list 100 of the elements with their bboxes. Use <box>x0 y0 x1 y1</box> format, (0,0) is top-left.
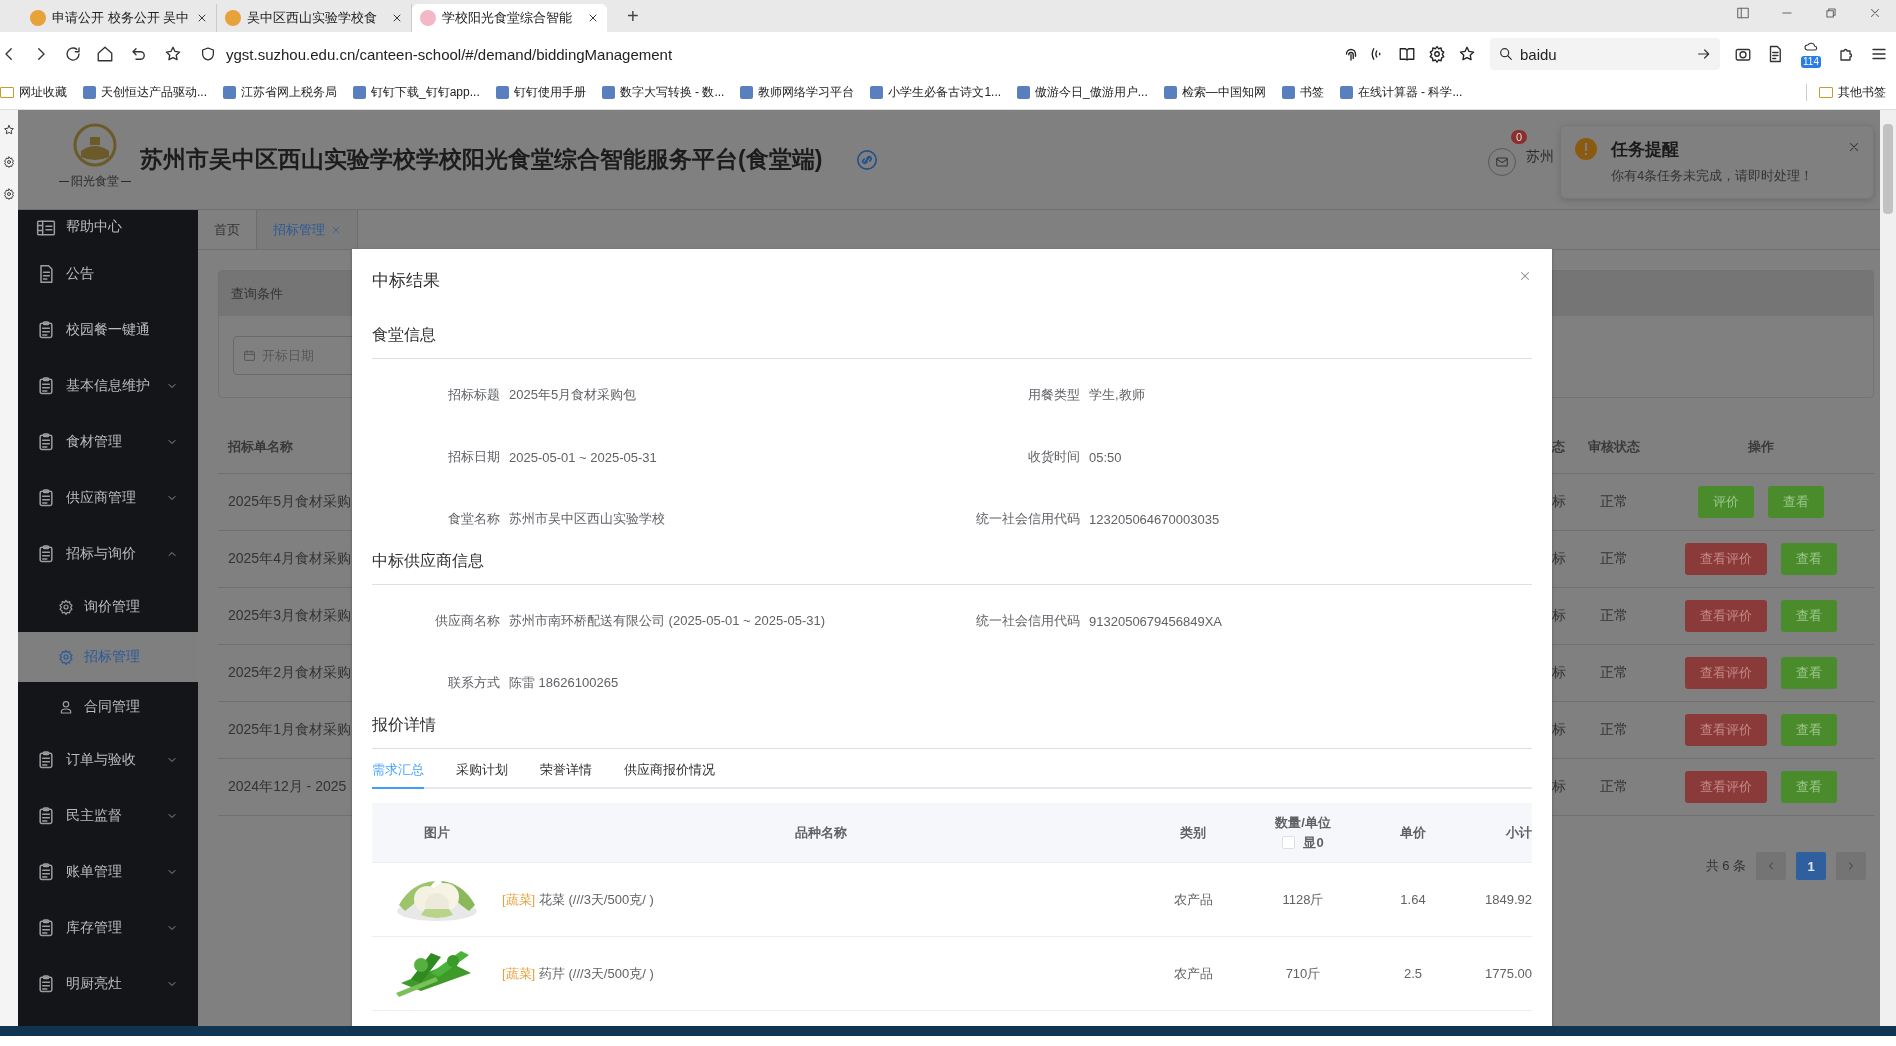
bookmark[interactable]: 傲游今日_傲游用户... <box>1017 84 1148 101</box>
field-label: 统一社会信用代码 <box>975 612 1080 630</box>
field-value: 苏州市吴中区西山实验学校 <box>509 510 665 528</box>
field-label: 收货时间 <box>1027 448 1080 466</box>
bookmark[interactable]: 数字大写转换 - 数... <box>601 84 725 101</box>
sidebar-item[interactable]: 校园餐一键通 <box>18 302 198 358</box>
checkbox-label: 显0 <box>1303 833 1324 852</box>
bookmark[interactable]: 在线计算器 - 科学... <box>1339 84 1463 101</box>
badge: 114 <box>1801 56 1821 68</box>
table-cell-text: 正常 <box>1599 721 1629 739</box>
page-button[interactable]: 1 <box>1796 852 1826 880</box>
table-cell-text: 农产品 <box>1172 964 1214 983</box>
tab[interactable]: 荣誉详情 <box>540 761 592 789</box>
table-cell-text: 1849.92 <box>1484 892 1532 907</box>
field-label: 招标标题 <box>447 386 500 404</box>
table-cell-text: 2025年3月食材采购 <box>227 607 352 625</box>
sidebar-item[interactable]: 招标与询价 <box>18 526 198 582</box>
sidebar-item[interactable]: 公告 <box>18 246 198 302</box>
column-header: 态 <box>1552 437 1566 456</box>
bookmark[interactable]: 天创恒达产品驱动... <box>83 84 207 101</box>
sidebar-item[interactable]: 民主监督 <box>18 788 198 844</box>
table-cell-text: 2025年4月食材采购 <box>227 550 352 568</box>
table-cell-text: 标 <box>1552 493 1567 511</box>
bookmark[interactable]: 钉钉下载_钉钉app... <box>353 84 480 101</box>
table-cell-text: 标 <box>1552 550 1567 568</box>
field-value: 陈雷 18626100265 <box>509 674 619 692</box>
field-label: 联系方式 <box>447 674 500 692</box>
field-label: 供应商名称 <box>434 612 500 630</box>
sidebar-item[interactable]: 合同管理 <box>18 682 198 732</box>
table-cell-text: 标 <box>1552 607 1567 625</box>
badge: 0 <box>1511 130 1528 144</box>
total-count: 共 6 条 <box>1705 857 1746 875</box>
sidebar-item[interactable]: 食材管理 <box>18 414 198 470</box>
field-value: 2025年5月食材采购包 <box>509 386 637 404</box>
bookmark-folder[interactable]: 其他书签 <box>1806 84 1886 101</box>
field-value: 05:50 <box>1089 449 1122 465</box>
search-field[interactable]: baidu <box>1490 38 1720 70</box>
tab[interactable]: 采购计划 <box>456 761 508 789</box>
column-header: 图片 <box>423 823 451 842</box>
table-cell-text: 2025年1月食材采购 <box>227 721 352 739</box>
user-name[interactable]: 苏州 <box>1526 148 1554 166</box>
app-title: 苏州市吴中区西山实验学校学校阳光食堂综合智能服务平台(食堂端) <box>140 145 823 174</box>
browser-tab[interactable]: 学校阳光食堂综合智能 <box>412 4 607 32</box>
table-cell-text: 2.5 <box>1402 966 1424 981</box>
column-header: 招标单名称 <box>226 437 294 456</box>
table-cell-text: 正常 <box>1599 778 1629 796</box>
card-title: 查询条件 <box>231 284 283 303</box>
sidebar-item[interactable]: 明厨亮灶 <box>18 956 198 1012</box>
table-cell-text: 标 <box>1552 721 1567 739</box>
logo-caption: 阳光食堂 <box>71 172 119 190</box>
sidebar-item[interactable]: 询价管理 <box>18 582 198 632</box>
bookmark[interactable]: 钉钉使用手册 <box>495 84 586 101</box>
table-cell-text: 2025年2月食材采购 <box>227 664 352 682</box>
bookmark[interactable]: 书签 <box>1281 84 1324 101</box>
sidebar-item[interactable]: 订单与验收 <box>18 732 198 788</box>
bookmark[interactable]: 江苏省网上税务局 <box>223 84 337 101</box>
bookmark[interactable]: 教师网络学习平台 <box>740 84 855 101</box>
table-cell-text: 标 <box>1552 778 1567 796</box>
section-title: 中标供应商信息 <box>372 551 484 571</box>
bookmark[interactable]: 检索—中国知网 <box>1163 84 1266 101</box>
field-value: 苏州市南环桥配送有限公司 (2025-05-01 ~ 2025-05-31) <box>509 612 826 630</box>
bookmark[interactable]: 小学生必备古诗文1... <box>870 84 1002 101</box>
column-header: 类别 <box>1179 823 1207 842</box>
field-value: 学生,教师 <box>1089 386 1145 404</box>
field-label: 统一社会信用代码 <box>975 510 1080 528</box>
table-cell-text: 正常 <box>1599 550 1629 568</box>
column-header: 品种名称 <box>794 823 848 842</box>
product-name: [蔬菜] 药芹 (///3天/500克/ ) <box>502 964 655 983</box>
bookmark[interactable]: 网址收藏 <box>0 84 67 101</box>
notification-message: 你有4条任务未完成，请即时处理！ <box>1611 167 1814 185</box>
table-cell-text: 2024年12月 - 2025 <box>227 778 348 796</box>
column-header: 审核状态 <box>1587 437 1641 456</box>
address-bar[interactable]: ygst.suzhou.edu.cn/canteen-school/#/demand/biddingManagement <box>196 38 1476 70</box>
table-cell-text: 正常 <box>1599 607 1629 625</box>
table-cell-text: 710斤 <box>1284 964 1322 983</box>
field-value: 9132050679456849XA <box>1089 613 1223 629</box>
sidebar-item[interactable]: 帮助中心 <box>18 210 198 246</box>
table-cell-text: 正常 <box>1599 664 1629 682</box>
field-label: 食堂名称 <box>447 510 500 528</box>
new-tab-button[interactable]: + <box>621 4 645 32</box>
table-cell-text: 1128斤 <box>1281 890 1325 909</box>
sidebar-item[interactable]: 基本信息维护 <box>18 358 198 414</box>
field-label: 用餐类型 <box>1027 386 1080 404</box>
section-title: 报价详情 <box>372 715 436 735</box>
sidebar-item[interactable]: 账单管理 <box>18 844 198 900</box>
column-header: 操作 <box>1747 437 1775 456</box>
product-name: [蔬菜] 花菜 (///3天/500克/ ) <box>502 890 655 909</box>
table-cell-text: 标 <box>1552 664 1567 682</box>
field-label: 招标日期 <box>447 448 500 466</box>
dialog-title: 中标结果 <box>372 270 440 292</box>
sidebar-item[interactable]: 库存管理 <box>18 900 198 956</box>
notification-title: 任务提醒 <box>1611 139 1680 161</box>
column-header: 小计 <box>1505 823 1532 842</box>
tab[interactable]: 供应商报价情况 <box>624 761 715 789</box>
sidebar-item[interactable]: 供应商管理 <box>18 470 198 526</box>
table-cell-text: 2025年5月食材采购 <box>227 493 352 511</box>
table-cell-text: 1.64 <box>1399 892 1427 907</box>
table-cell-text: 正常 <box>1599 493 1629 511</box>
field-value: 2025-05-01 ~ 2025-05-31 <box>509 449 657 465</box>
table-cell-text: 农产品 <box>1172 890 1214 909</box>
